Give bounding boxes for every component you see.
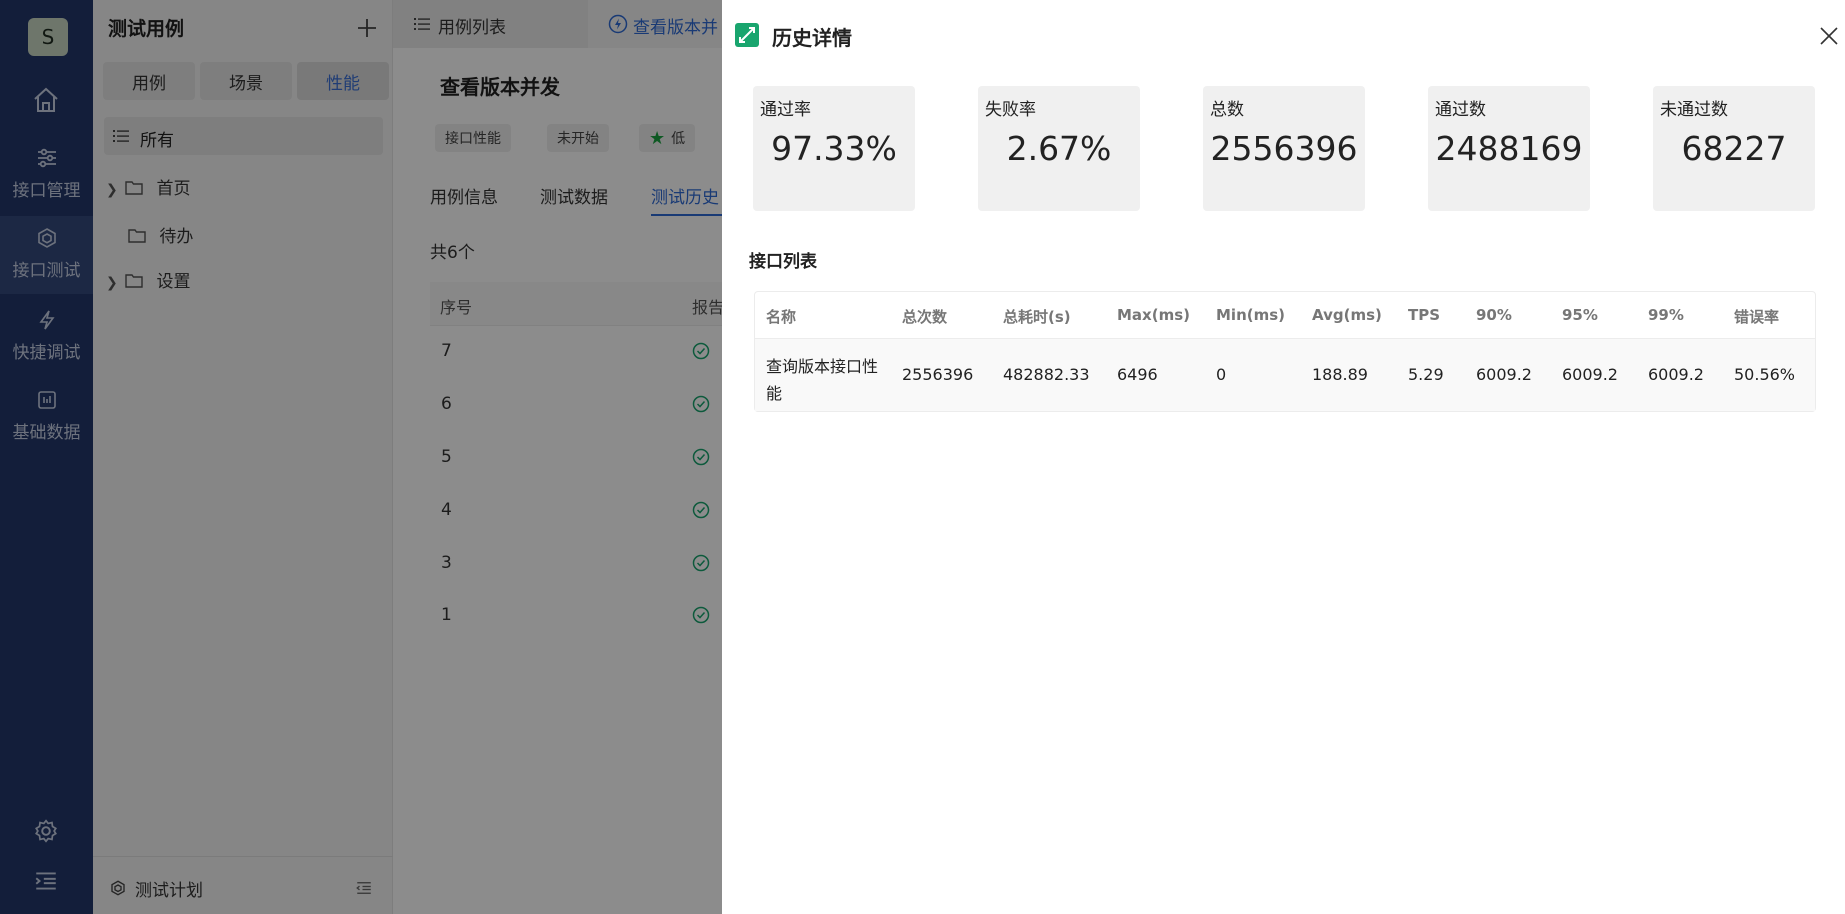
column-header-avg: Avg(ms) (1312, 306, 1382, 324)
stat-value: 2488169 (1435, 129, 1583, 168)
stat-value: 97.33% (771, 129, 897, 168)
drawer-title: 历史详情 (772, 26, 852, 50)
stat-label: 总数 (1210, 100, 1244, 120)
cell-p99: 6009.2 (1648, 365, 1704, 384)
stat-fail-rate: 失败率 2.67% (978, 86, 1140, 211)
stat-value: 2556396 (1210, 129, 1358, 168)
stat-label: 失败率 (985, 100, 1036, 120)
cell-p90: 6009.2 (1476, 365, 1532, 384)
interface-table-header: 名称 总次数 总耗时(s) Max(ms) Min(ms) Avg(ms) TP… (755, 292, 1815, 339)
column-header-p95: 95% (1562, 306, 1598, 324)
stat-label: 未通过数 (1660, 100, 1728, 120)
column-header-total-count: 总次数 (902, 308, 948, 326)
table-row[interactable]: 查询版本接口性能 2556396 482882.33 6496 0 188.89… (755, 339, 1815, 411)
stat-total: 总数 2556396 (1203, 86, 1365, 211)
column-header-error-rate: 错误率 (1734, 308, 1780, 326)
cell-total-time: 482882.33 (1003, 365, 1090, 384)
stat-passed: 通过数 2488169 (1428, 86, 1590, 211)
cell-name: 查询版本接口性能 (766, 357, 879, 403)
cell-min: 0 (1216, 365, 1227, 384)
column-header-p99: 99% (1648, 306, 1684, 324)
interface-table: 名称 总次数 总耗时(s) Max(ms) Min(ms) Avg(ms) TP… (754, 291, 1816, 412)
stat-label: 通过率 (760, 100, 811, 120)
column-header-min: Min(ms) (1216, 306, 1286, 324)
cell-p95: 6009.2 (1562, 365, 1618, 384)
stat-label: 通过数 (1435, 100, 1486, 120)
column-header-name: 名称 (766, 308, 797, 326)
stat-failed: 未通过数 68227 (1653, 86, 1815, 211)
history-detail-drawer: 历史详情 通过率 97.33% 失败率 2.67% 总数 2556396 通过数… (722, 0, 1845, 914)
stat-value: 68227 (1681, 129, 1787, 168)
section-title: 接口列表 (749, 252, 817, 272)
cell-avg: 188.89 (1312, 365, 1368, 384)
cell-max: 6496 (1117, 365, 1158, 384)
column-header-max: Max(ms) (1117, 306, 1190, 324)
stat-value: 2.67% (1006, 129, 1112, 168)
stat-pass-rate: 通过率 97.33% (753, 86, 915, 211)
history-detail-icon (735, 23, 759, 47)
cell-error-rate: 50.56% (1734, 365, 1796, 384)
cell-total-count: 2556396 (902, 365, 974, 384)
column-header-tps: TPS (1408, 306, 1441, 324)
column-header-p90: 90% (1476, 306, 1512, 324)
close-icon[interactable] (1819, 26, 1839, 46)
column-header-total-time: 总耗时(s) (1003, 308, 1071, 326)
cell-tps: 5.29 (1408, 365, 1444, 384)
